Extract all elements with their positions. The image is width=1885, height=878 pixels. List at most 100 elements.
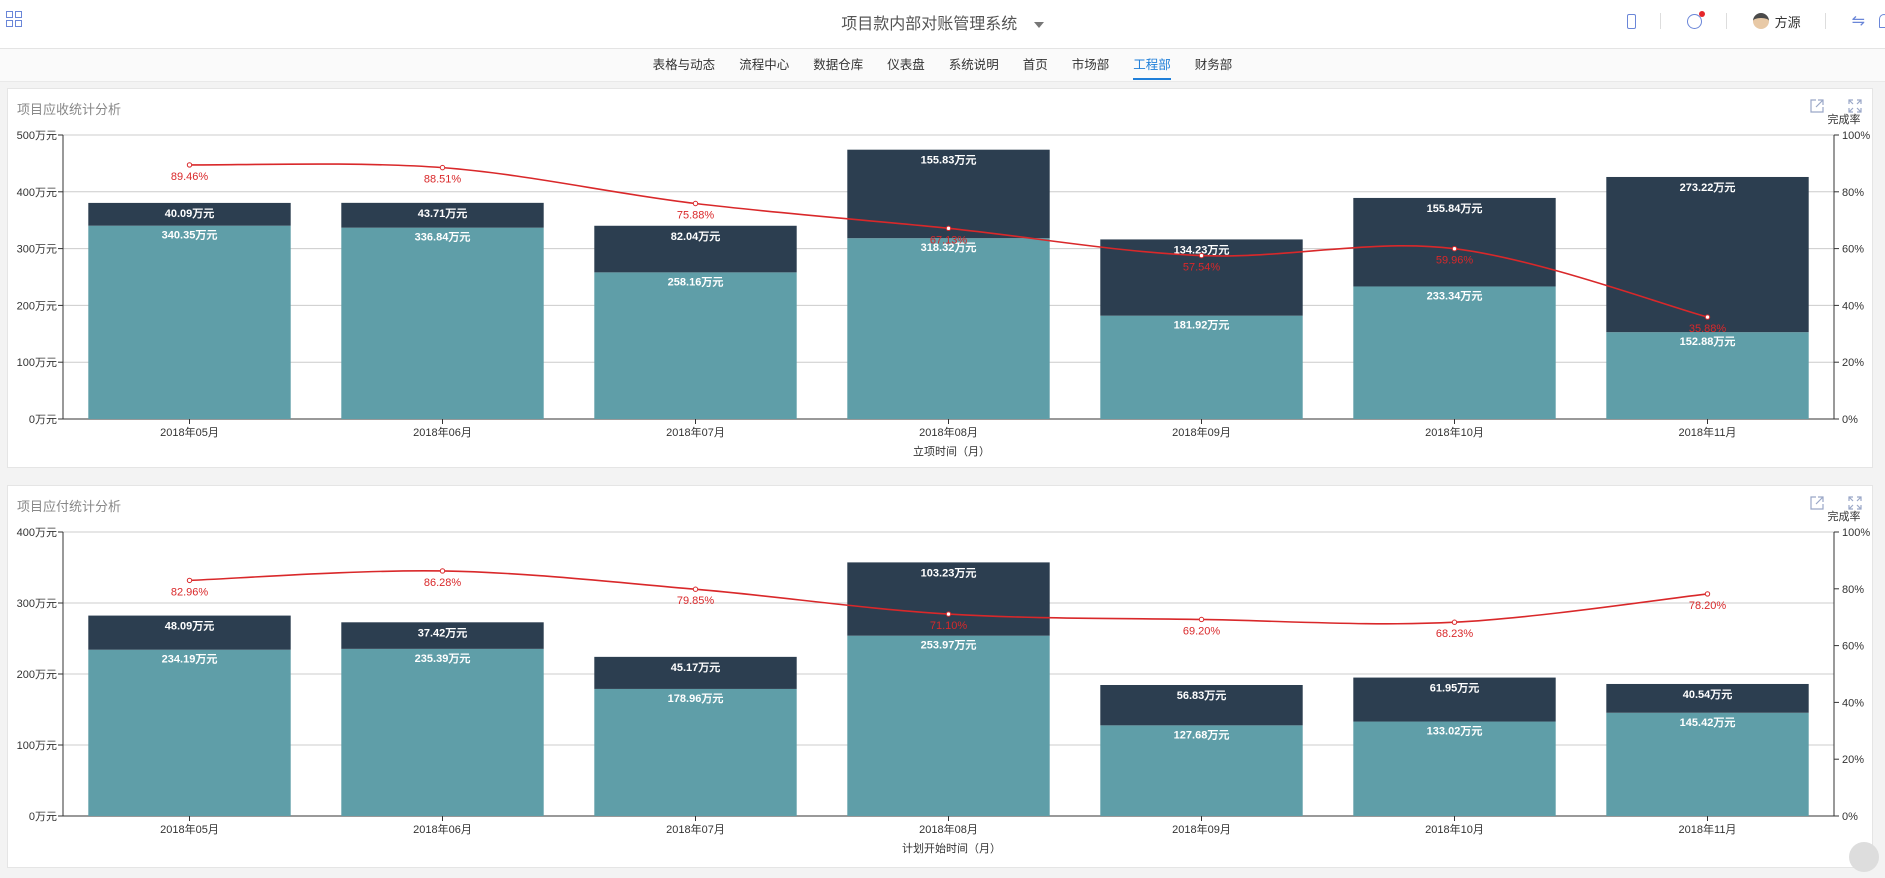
y-tick-label: 200万元 xyxy=(17,300,57,312)
y-tick-label: 300万元 xyxy=(17,598,57,610)
y-tick-label: 400万元 xyxy=(17,527,57,539)
bar-bottom-label: 235.39万元 xyxy=(415,652,471,665)
tab-docs[interactable]: 系统说明 xyxy=(937,49,1011,81)
bar-top xyxy=(1606,176,1809,333)
completion-rate-label: 86.28% xyxy=(424,577,462,589)
bell-button[interactable] xyxy=(1879,14,1885,28)
x-tick-label: 2018年10月 xyxy=(1425,822,1484,836)
bar-bottom xyxy=(847,635,1050,816)
divider xyxy=(1824,13,1826,29)
x-tick-label: 2018年07月 xyxy=(666,822,725,836)
mobile-icon xyxy=(1626,13,1636,29)
completion-rate-point xyxy=(1704,314,1711,320)
more-button[interactable] xyxy=(1849,842,1879,872)
y-tick-label: 0万元 xyxy=(29,811,57,823)
bar-bottom-label: 181.92万元 xyxy=(1174,319,1230,332)
y2-tick-label: 20% xyxy=(1842,357,1864,369)
y2-tick-label: 40% xyxy=(1842,697,1864,709)
tab-finance[interactable]: 财务部 xyxy=(1183,49,1245,81)
swap-icon: ⇋ xyxy=(1851,13,1865,30)
bar-top-label: 56.83万元 xyxy=(1177,689,1227,702)
bar-top-label: 48.09万元 xyxy=(165,620,215,633)
completion-rate-point xyxy=(1451,246,1458,252)
tab-tables[interactable]: 表格与动态 xyxy=(641,49,728,81)
y-tick-label: 200万元 xyxy=(17,669,57,681)
bar-top-label: 155.83万元 xyxy=(921,154,977,167)
tab-workflow[interactable]: 流程中心 xyxy=(727,49,801,81)
completion-rate-label: 35.88% xyxy=(1689,323,1727,335)
y2-axis-title: 完成率 xyxy=(1828,509,1861,523)
bar-bottom xyxy=(88,225,291,419)
completion-rate-label: 78.20% xyxy=(1689,600,1727,612)
bar-bottom-label: 233.34万元 xyxy=(1427,289,1483,302)
completion-rate-label: 68.23% xyxy=(1436,628,1474,640)
x-tick-label: 2018年08月 xyxy=(919,425,978,439)
switch-button[interactable]: ⇋ xyxy=(1852,11,1865,31)
bar-bottom-label: 258.16万元 xyxy=(668,275,724,288)
user-avatar-icon xyxy=(1752,13,1769,29)
x-axis-title: 立项时间（月） xyxy=(913,444,990,458)
bar-top-label: 82.04万元 xyxy=(671,230,721,243)
completion-rate-label: 69.20% xyxy=(1183,625,1221,637)
y-tick-label: 100万元 xyxy=(17,740,57,752)
bar-bottom-label: 152.88万元 xyxy=(1680,335,1736,348)
x-tick-label: 2018年10月 xyxy=(1425,425,1484,439)
user-menu[interactable]: 方源 xyxy=(1752,12,1801,31)
bar-bottom xyxy=(847,238,1050,419)
bar-bottom-label: 253.97万元 xyxy=(921,639,977,652)
completion-rate-point xyxy=(439,568,446,574)
divider xyxy=(1659,13,1661,29)
bar-bottom-label: 133.02万元 xyxy=(1427,725,1483,738)
x-tick-label: 2018年06月 xyxy=(413,822,472,836)
bar-bottom-label: 178.96万元 xyxy=(668,692,724,705)
completion-rate-label: 88.51% xyxy=(424,174,462,186)
completion-rate-label: 75.88% xyxy=(677,210,715,222)
x-tick-label: 2018年09月 xyxy=(1172,425,1231,439)
unread-dot xyxy=(1698,10,1705,17)
mobile-button[interactable] xyxy=(1626,13,1636,29)
receivable-chart: 0万元 100万元 200万元 300万元 400万元 500万元 0% 20% 40% 60% 8… xyxy=(17,112,1871,458)
x-tick-label: 2018年11月 xyxy=(1679,425,1737,439)
x-tick-label: 2018年05月 xyxy=(160,822,219,836)
x-tick-label: 2018年08月 xyxy=(919,822,978,836)
receivable-panel: 项目应收统计分析 0万元 100万元 200万元 300万元 400万元 500万元 0% 2… xyxy=(7,88,1873,468)
bar-top-label: 40.54万元 xyxy=(1683,688,1733,701)
tab-home[interactable]: 首页 xyxy=(1011,49,1060,81)
completion-rate-point xyxy=(186,162,193,168)
y2-tick-label: 0% xyxy=(1842,811,1858,823)
tab-dashboard[interactable]: 仪表盘 xyxy=(875,49,937,81)
completion-rate-label: 89.46% xyxy=(171,171,209,183)
payable-panel: 项目应付统计分析 0万元 100万元 200万元 300万元 400万元 0% 20% 40%… xyxy=(7,485,1873,868)
completion-rate-point xyxy=(1198,252,1205,259)
divider xyxy=(1725,13,1727,29)
y2-tick-label: 0% xyxy=(1842,414,1858,426)
bar-bottom xyxy=(88,649,291,816)
bar-top-label: 155.84万元 xyxy=(1427,202,1483,215)
main-nav: 表格与动态 流程中心 数据仓库 仪表盘 系统说明 首页 市场部 工程部 财务部 xyxy=(0,49,1885,82)
y2-axis-title: 完成率 xyxy=(1828,112,1861,126)
top-bar: 项目款内部对账管理系统 方源 ⇋ xyxy=(0,0,1885,49)
completion-rate-label: 71.10% xyxy=(930,620,968,632)
y2-tick-label: 80% xyxy=(1842,584,1864,596)
chevron-down-icon[interactable] xyxy=(1033,21,1044,28)
completion-rate-point xyxy=(1198,616,1205,623)
completion-rate-point xyxy=(1451,619,1458,625)
y-tick-label: 300万元 xyxy=(17,244,57,256)
y2-tick-label: 100% xyxy=(1842,527,1870,539)
bar-top-label: 103.23万元 xyxy=(921,566,977,579)
header-actions: 方源 ⇋ xyxy=(1601,10,1885,32)
clock-notification-icon xyxy=(1686,10,1705,29)
x-tick-label: 2018年09月 xyxy=(1172,822,1231,836)
bar-top-label: 61.95万元 xyxy=(1430,682,1480,695)
tab-engineering[interactable]: 工程部 xyxy=(1121,49,1183,81)
bar-top-label: 37.42万元 xyxy=(418,626,468,639)
tab-warehouse[interactable]: 数据仓库 xyxy=(801,49,875,81)
notification-button[interactable] xyxy=(1686,10,1705,29)
tab-marketing[interactable]: 市场部 xyxy=(1060,49,1122,81)
bar-bottom xyxy=(1353,286,1556,419)
completion-rate-point xyxy=(692,586,699,592)
y-tick-label: 0万元 xyxy=(29,414,57,426)
y2-tick-label: 80% xyxy=(1842,187,1864,199)
bar-bottom-label: 336.84万元 xyxy=(415,231,471,244)
bar-top-label: 43.71万元 xyxy=(418,207,468,220)
